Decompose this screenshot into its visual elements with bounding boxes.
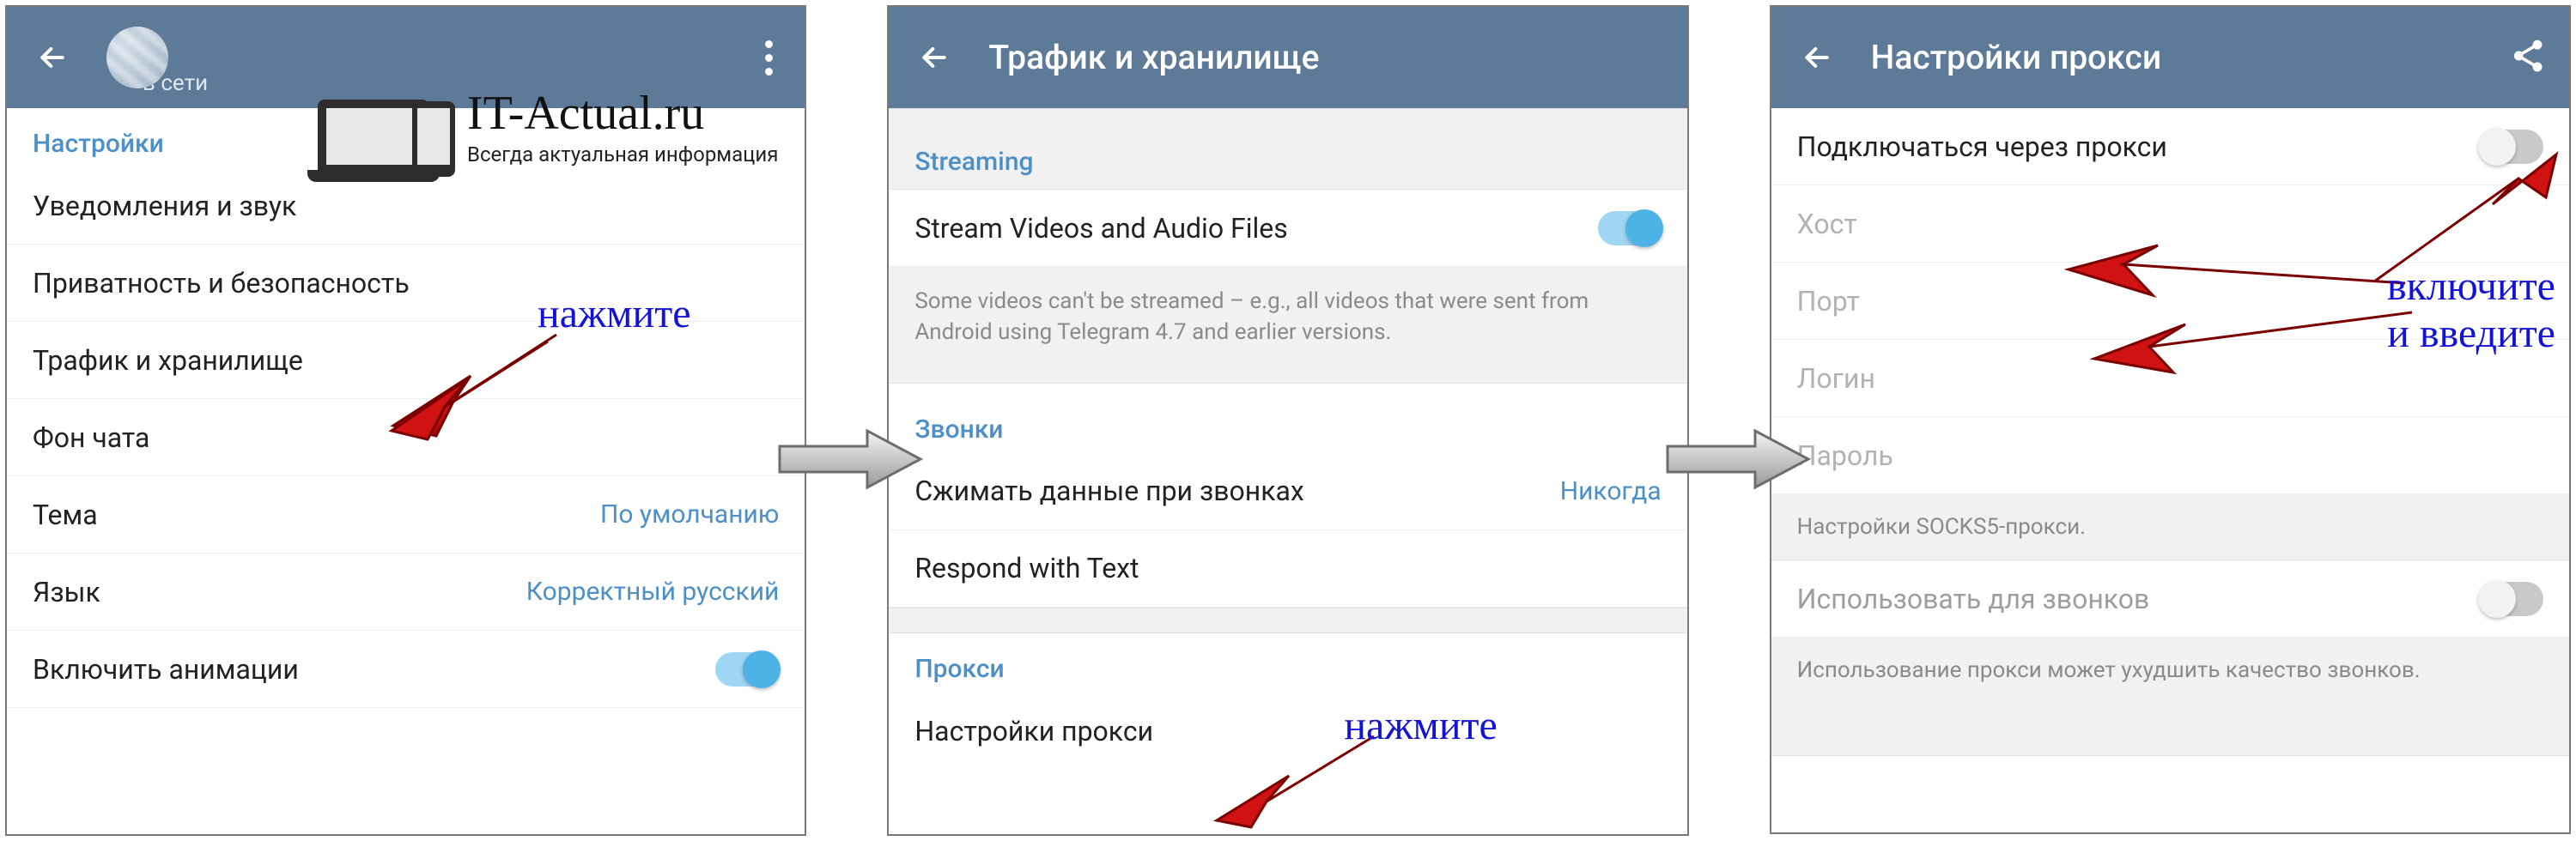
header-bar: Настройки прокси (1771, 7, 2569, 108)
row-language[interactable]: Язык Корректный русский (7, 554, 805, 631)
row-label: Настройки прокси (914, 715, 1153, 747)
hint-streaming: Some videos can't be streamed – e.g., al… (889, 267, 1686, 384)
row-stream-videos[interactable]: Stream Videos and Audio Files (889, 190, 1686, 267)
header-bar: в сети (7, 7, 805, 108)
row-label: Приватность и безопасность (33, 267, 410, 299)
row-use-for-calls: Использовать для звонков (1771, 560, 2569, 638)
overflow-menu-button[interactable] (753, 38, 784, 77)
data-storage-screen: Трафик и хранилище Streaming Stream Vide… (887, 5, 1688, 836)
row-label: Stream Videos and Audio Files (914, 212, 1287, 245)
row-label: Использовать для звонков (1797, 583, 2150, 615)
row-chat-background[interactable]: Фон чата (7, 399, 805, 476)
header-title: Трафик и хранилище (988, 38, 1319, 77)
row-privacy[interactable]: Приватность и безопасность (7, 245, 805, 322)
row-connect-proxy[interactable]: Подключаться через прокси (1771, 108, 2569, 185)
profile-block[interactable]: в сети (106, 19, 208, 96)
section-header-streaming: Streaming (889, 108, 1686, 190)
row-label: Фон чата (33, 421, 149, 454)
toggle-animations[interactable] (715, 652, 779, 687)
hint-socks5: Настройки SOCKS5-прокси. (1771, 494, 2569, 560)
proxy-settings-screen: Настройки прокси Подключаться через прок… (1770, 5, 2571, 834)
row-label: Включить анимации (33, 653, 299, 686)
row-label: Сжимать данные при звонках (914, 475, 1303, 507)
row-proxy-settings[interactable]: Настройки прокси (889, 693, 1686, 770)
row-theme[interactable]: Тема По умолчанию (7, 476, 805, 554)
row-value: Корректный русский (526, 577, 780, 607)
row-label: Уведомления и звук (33, 190, 296, 222)
input-password[interactable]: Пароль (1771, 417, 2569, 494)
hint-calls-quality: Использование прокси может ухудшить каче… (1771, 638, 2569, 755)
back-button[interactable] (914, 38, 954, 77)
settings-screen: в сети Настройки Уведомления и звук Прив… (5, 5, 806, 836)
row-label: Тема (33, 499, 98, 531)
avatar (106, 27, 168, 88)
toggle-use-for-calls (2480, 582, 2543, 616)
divider-gap (889, 608, 1686, 633)
section-header-proxy: Прокси (889, 633, 1686, 693)
toggle-stream[interactable] (1598, 211, 1662, 245)
header-title: Настройки прокси (1871, 38, 2162, 77)
row-animations[interactable]: Включить анимации (7, 631, 805, 708)
header-bar: Трафик и хранилище (889, 7, 1686, 108)
section-header-calls: Звонки (889, 384, 1686, 453)
input-placeholder: Хост (1797, 208, 1857, 240)
row-respond-text[interactable]: Respond with Text (889, 530, 1686, 608)
back-button[interactable] (1797, 38, 1837, 77)
row-value: По умолчанию (600, 499, 779, 529)
row-value: Никогда (1560, 476, 1662, 506)
row-label: Подключаться через прокси (1797, 130, 2167, 163)
row-label: Трафик и хранилище (33, 344, 303, 377)
input-login[interactable]: Логин (1771, 340, 2569, 417)
input-placeholder: Логин (1797, 362, 1875, 395)
input-host[interactable]: Хост (1771, 185, 2569, 263)
share-button[interactable] (2509, 37, 2547, 78)
toggle-connect-proxy[interactable] (2480, 130, 2543, 164)
input-placeholder: Порт (1797, 285, 1860, 318)
back-button[interactable] (33, 38, 72, 77)
row-data-storage[interactable]: Трафик и хранилище (7, 322, 805, 399)
row-label: Respond with Text (914, 552, 1139, 584)
input-port[interactable]: Порт (1771, 263, 2569, 340)
section-header-settings: Настройки (7, 108, 805, 167)
step-arrow-icon (1661, 420, 1815, 501)
step-arrow-icon (773, 420, 927, 501)
row-notifications[interactable]: Уведомления и звук (7, 167, 805, 245)
row-label: Язык (33, 576, 100, 608)
row-compress-calls[interactable]: Сжимать данные при звонках Никогда (889, 453, 1686, 530)
